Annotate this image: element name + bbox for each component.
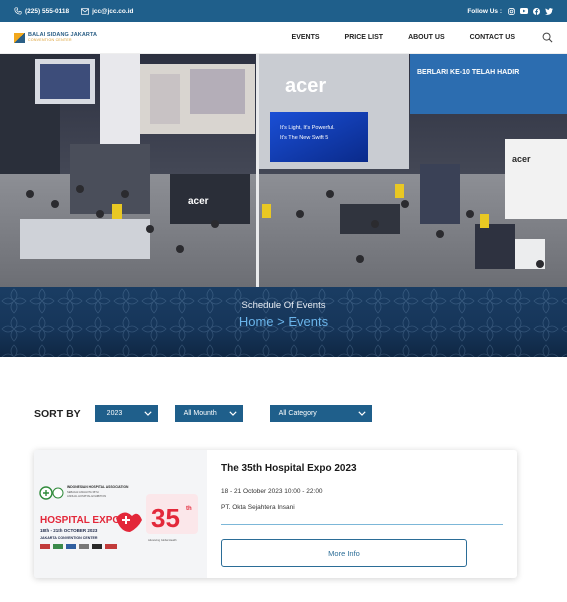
- poster-org: INDONESIAN HOSPITAL ASSOCIATION: [67, 485, 129, 489]
- top-contact-bar: (225) 555-0118 jcc@jcc.co.id Follow Us :: [0, 0, 567, 22]
- chevron-down-icon: [229, 411, 237, 416]
- svg-text:It's Light, It's Powerful.: It's Light, It's Powerful.: [280, 125, 335, 131]
- instagram-icon[interactable]: [508, 7, 515, 15]
- more-info-button[interactable]: More Info: [221, 539, 467, 567]
- svg-text:th: th: [186, 506, 192, 512]
- phone-contact[interactable]: (225) 555-0118: [14, 7, 69, 15]
- chevron-down-icon: [144, 411, 152, 416]
- breadcrumb-home[interactable]: Home: [239, 314, 274, 329]
- event-poster-image: INDONESIAN HOSPITAL ASSOCIATION SEBAGAI …: [34, 450, 207, 578]
- svg-text:ANNUAL HOSPITAL EXHIBITION: ANNUAL HOSPITAL EXHIBITION: [67, 494, 106, 498]
- svg-text:acer: acer: [188, 196, 209, 207]
- month-select-value: All Mounth: [183, 410, 217, 417]
- nav-item-about-us[interactable]: ABOUT US: [408, 34, 445, 41]
- follow-us-label: Follow Us :: [467, 7, 502, 15]
- breadcrumb-current: Events: [288, 314, 329, 329]
- category-select[interactable]: All Category: [269, 405, 372, 422]
- svg-text:It's The New Swift 5: It's The New Swift 5: [280, 135, 328, 141]
- logo-subtitle: CONVENTION CENTER: [28, 37, 72, 42]
- svg-text:acer: acer: [512, 154, 531, 164]
- twitter-icon[interactable]: [545, 7, 553, 15]
- svg-text:acer: acer: [285, 75, 326, 97]
- event-poster[interactable]: INDONESIAN HOSPITAL ASSOCIATION SEBAGAI …: [34, 450, 207, 578]
- chevron-down-icon: [358, 411, 366, 416]
- mail-icon: [81, 7, 90, 15]
- main-navigation: BALAI SIDANG JAKARTA CONVENTION CENTER E…: [0, 22, 567, 54]
- svg-text:BERLARI KE-10 TELAH HADIR: BERLARI KE-10 TELAH HADIR: [417, 69, 519, 76]
- breadcrumb-separator: >: [277, 314, 285, 329]
- sort-label: SORT BY: [34, 407, 81, 420]
- event-organizer: PT. Okta Sejahtera Insani: [221, 504, 295, 511]
- divider: [221, 524, 503, 525]
- sort-controls: SORT BY 2023 All Mounth All Category: [34, 405, 372, 422]
- event-title[interactable]: The 35th Hospital Expo 2023: [221, 463, 503, 474]
- hero-image: acer It's Light, It's Powerful. It's The…: [0, 54, 567, 287]
- event-card: INDONESIAN HOSPITAL ASSOCIATION SEBAGAI …: [34, 450, 517, 578]
- email-address: jcc@jcc.co.id: [92, 7, 134, 15]
- site-logo[interactable]: BALAI SIDANG JAKARTA CONVENTION CENTER: [14, 32, 97, 43]
- phone-number: (225) 555-0118: [25, 7, 70, 15]
- facebook-icon[interactable]: [533, 7, 540, 15]
- exhibition-photo: acer It's Light, It's Powerful. It's The…: [0, 54, 567, 287]
- poster-number: 35: [151, 503, 180, 533]
- logo-mark-icon: [14, 32, 25, 43]
- svg-text:Advancing Global Health: Advancing Global Health: [148, 538, 177, 542]
- nav-item-events[interactable]: EVENTS: [292, 34, 320, 41]
- page-title: Schedule Of Events: [241, 300, 326, 311]
- event-date: 18 - 21 October 2023 10:00 - 22:00: [221, 488, 323, 495]
- youtube-icon[interactable]: [520, 8, 528, 14]
- category-select-value: All Category: [278, 410, 317, 417]
- phone-icon: [14, 7, 22, 15]
- search-icon[interactable]: [542, 32, 553, 43]
- month-select[interactable]: All Mounth: [174, 405, 243, 422]
- nav-item-contact-us[interactable]: CONTACT US: [470, 34, 515, 41]
- year-select-value: 2023: [106, 410, 123, 417]
- breadcrumb: Home > Events: [0, 314, 567, 329]
- year-select[interactable]: 2023: [94, 405, 158, 422]
- page-banner: Schedule Of Events Home > Events: [0, 287, 567, 357]
- email-contact[interactable]: jcc@jcc.co.id: [81, 8, 133, 15]
- poster-venue: JAKARTA CONVENTION CENTER: [40, 536, 98, 540]
- poster-expo: HOSPITAL EXPO: [40, 515, 120, 526]
- poster-dates: 18th - 21th OCTOBER 2023: [40, 528, 98, 533]
- event-info: The 35th Hospital Expo 2023 18 - 21 Octo…: [207, 450, 517, 578]
- nav-item-price-list[interactable]: PRICE LIST: [345, 34, 384, 41]
- svg-text:SEBAGAI ANGGOTA 35TH: SEBAGAI ANGGOTA 35TH: [67, 490, 99, 494]
